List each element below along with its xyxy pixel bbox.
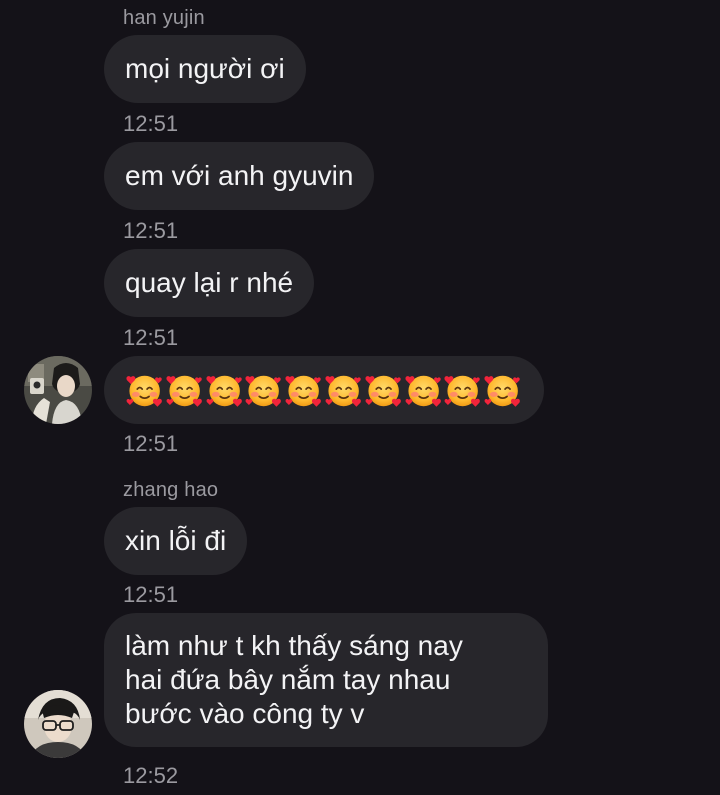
message-bubble[interactable]: em với anh gyuvin [104, 142, 375, 210]
message-text-line: bước vào công ty v [125, 698, 365, 729]
message-text: mọi người ơi [125, 53, 285, 84]
message-timestamp: 12:51 [123, 218, 179, 243]
smiling-face-with-hearts-icon [483, 370, 522, 410]
smiling-face-with-hearts-icon [404, 370, 443, 410]
smiling-face-with-hearts-icon [364, 370, 403, 410]
smiling-face-with-hearts-icon [125, 370, 164, 410]
message-bubble[interactable]: mọi người ơi [104, 35, 306, 103]
message-text-line: làm như t kh thấy sáng nay [125, 630, 463, 661]
message-text: quay lại r nhé [125, 267, 294, 298]
smiling-face-with-hearts-icon [165, 370, 204, 410]
message-bubble[interactable]: xin lỗi đi [104, 507, 248, 575]
avatar-han-yujin[interactable] [24, 356, 92, 424]
message-bubble[interactable]: làm như t kh thấy sáng nay hai đứa bây n… [104, 613, 548, 747]
smiling-face-with-hearts-icon [284, 370, 323, 410]
sender-name: han yujin [123, 7, 205, 29]
smiling-face-with-hearts-icon [443, 370, 482, 410]
message-text: xin lỗi đi [125, 525, 227, 556]
emoji-reaction-row [125, 356, 523, 424]
message-timestamp: 12:51 [123, 582, 179, 607]
message-timestamp: 12:51 [123, 111, 179, 136]
message-text: em với anh gyuvin [125, 160, 354, 191]
message-timestamp: 12:52 [123, 763, 179, 788]
sender-name: zhang hao [123, 479, 219, 501]
avatar-photo-icon [24, 356, 92, 424]
smiling-face-with-hearts-icon [244, 370, 283, 410]
chat-thread: han yujin mọi người ơi 12:51 em với anh … [0, 0, 720, 795]
message-bubble[interactable]: quay lại r nhé [104, 249, 315, 317]
smiling-face-with-hearts-icon [205, 370, 244, 410]
avatar-photo-icon [24, 690, 92, 758]
message-bubble[interactable] [104, 356, 544, 424]
avatar-zhang-hao[interactable] [24, 690, 92, 758]
message-text-line: hai đứa bây nắm tay nhau [125, 664, 451, 695]
smiling-face-with-hearts-icon [324, 370, 363, 410]
message-timestamp: 12:51 [123, 431, 179, 456]
message-timestamp: 12:51 [123, 325, 179, 350]
